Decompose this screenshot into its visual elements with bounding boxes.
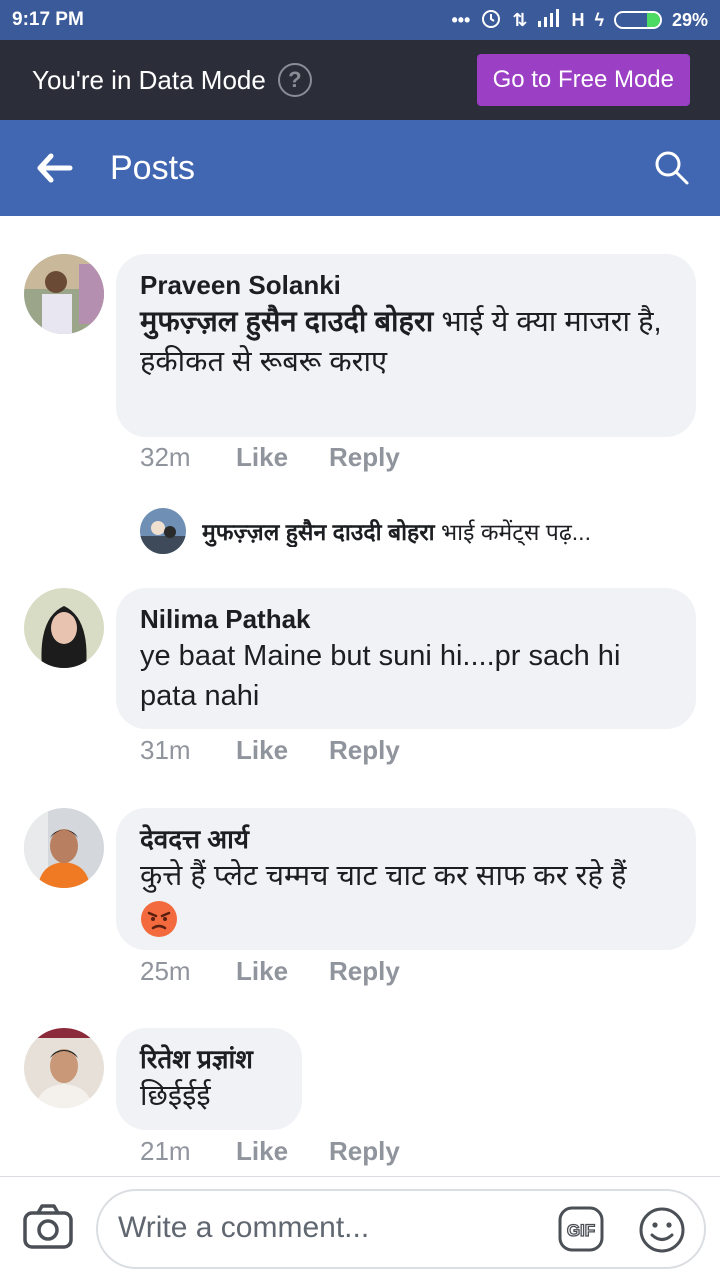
- comment-text: ye baat Maine but suni hi....pr sach hi …: [140, 640, 621, 712]
- comment-bubble: Praveen Solanki मुफज़्ज़ल हुसैन दाउदी बो…: [116, 254, 696, 437]
- status-bar: 9:17 PM ••• ⇅ H ϟ 29%: [0, 0, 720, 40]
- alarm-icon: [480, 7, 502, 34]
- network-type: H: [571, 9, 585, 30]
- avatar[interactable]: [24, 1028, 104, 1108]
- avatar[interactable]: [24, 808, 104, 888]
- avatar[interactable]: [24, 254, 104, 334]
- comment-author[interactable]: Nilima Pathak: [140, 602, 670, 636]
- comment-author[interactable]: रितेश प्रज्ञांश: [140, 1042, 276, 1076]
- data-mode-banner: You're in Data Mode ? Go to Free Mode: [0, 40, 720, 120]
- like-button[interactable]: Like: [236, 442, 329, 473]
- comment-bubble: देवदत्त आर्य कुत्ते हैं प्लेट चम्मच चाट …: [116, 808, 696, 950]
- comment-bubble: Nilima Pathak ye baat Maine but suni hi.…: [116, 588, 696, 729]
- comment-text: मुफज़्ज़ल हुसैन दाउदी बोहरा भाई ये क्या …: [140, 302, 670, 342]
- reply-button[interactable]: Reply: [329, 735, 400, 766]
- battery-percent: 29%: [671, 9, 708, 30]
- comment-author[interactable]: Praveen Solanki: [140, 268, 670, 302]
- comment-input-placeholder: Write a comment...: [118, 1211, 370, 1244]
- comment-time: 31m: [140, 735, 191, 765]
- avatar: [140, 508, 186, 554]
- comment-actions: 31m Like Reply: [140, 735, 400, 766]
- avatar[interactable]: [24, 588, 104, 668]
- comment-input[interactable]: Write a comment... GIF: [96, 1189, 706, 1269]
- emoji-button[interactable]: [638, 1206, 686, 1254]
- comment-actions: 32m Like Reply: [140, 442, 400, 473]
- angry-face-emoji: [141, 901, 177, 937]
- reply-button[interactable]: Reply: [329, 1136, 400, 1167]
- like-button[interactable]: Like: [236, 735, 329, 766]
- battery-fill: [647, 13, 660, 27]
- search-icon: [655, 151, 689, 185]
- comment-actions: 25m Like Reply: [140, 956, 400, 987]
- signal-icon: [537, 8, 561, 32]
- comment-time: 25m: [140, 956, 191, 986]
- gif-icon: GIF: [558, 1206, 604, 1252]
- battery-icon: [613, 11, 662, 29]
- app-bar: Posts: [0, 120, 720, 216]
- reply-snippet: भाई कमेंट्स पढ़...: [434, 519, 591, 545]
- camera-icon: [23, 1204, 73, 1249]
- reply-preview-text: मुफज़्ज़ल हुसैन दाउदी बोहरा भाई कमेंट्स …: [202, 515, 591, 547]
- comment-time: 32m: [140, 442, 191, 472]
- page-title: Posts: [110, 148, 196, 187]
- data-transfer-icon: ⇅: [512, 9, 528, 30]
- app-root: 9:17 PM ••• ⇅ H ϟ 29% You're in Data Mod…: [0, 0, 720, 1280]
- status-time: 9:17 PM: [12, 9, 84, 30]
- help-icon[interactable]: ?: [277, 63, 312, 97]
- gif-label: GIF: [567, 1221, 595, 1240]
- like-button[interactable]: Like: [236, 956, 329, 987]
- comment-text-line: हकीकत से रूबरू कराए: [140, 346, 388, 378]
- go-to-free-mode-button[interactable]: Go to Free Mode: [476, 54, 690, 106]
- more-dots-icon: •••: [451, 9, 471, 30]
- comment-bubble: रितेश प्रज्ञांश छिईईई: [116, 1028, 302, 1130]
- camera-button[interactable]: [22, 1201, 74, 1253]
- back-button[interactable]: [0, 120, 110, 216]
- status-icons: ••• ⇅ H ϟ 29%: [451, 7, 708, 34]
- comment-time: 21m: [140, 1136, 191, 1166]
- comment-text: कुत्ते हैं प्लेट चम्मच चाट चाट कर साफ कर…: [140, 860, 627, 892]
- comment-mention[interactable]: मुफज़्ज़ल हुसैन दाउदी बोहरा: [140, 306, 433, 338]
- gif-button[interactable]: GIF: [558, 1206, 604, 1252]
- charging-icon: ϟ: [594, 9, 604, 30]
- comment-composer: Write a comment... GIF: [0, 1176, 720, 1280]
- search-button[interactable]: [624, 120, 720, 216]
- data-mode-text: You're in Data Mode: [32, 64, 266, 95]
- comment-author[interactable]: देवदत्त आर्य: [140, 822, 670, 856]
- reply-button[interactable]: Reply: [329, 956, 400, 987]
- reply-preview[interactable]: मुफज़्ज़ल हुसैन दाउदी बोहरा भाई कमेंट्स …: [140, 508, 700, 554]
- reply-mention: मुफज़्ज़ल हुसैन दाउदी बोहरा: [202, 519, 435, 545]
- comment-text-part: भाई ये क्या माजरा है,: [433, 306, 662, 338]
- comment-actions: 21m Like Reply: [140, 1136, 400, 1167]
- smiley-icon: [639, 1207, 685, 1253]
- reply-button[interactable]: Reply: [329, 442, 400, 473]
- comment-text: छिईईई: [140, 1080, 211, 1112]
- like-button[interactable]: Like: [236, 1136, 329, 1167]
- arrow-left-icon: [37, 153, 73, 183]
